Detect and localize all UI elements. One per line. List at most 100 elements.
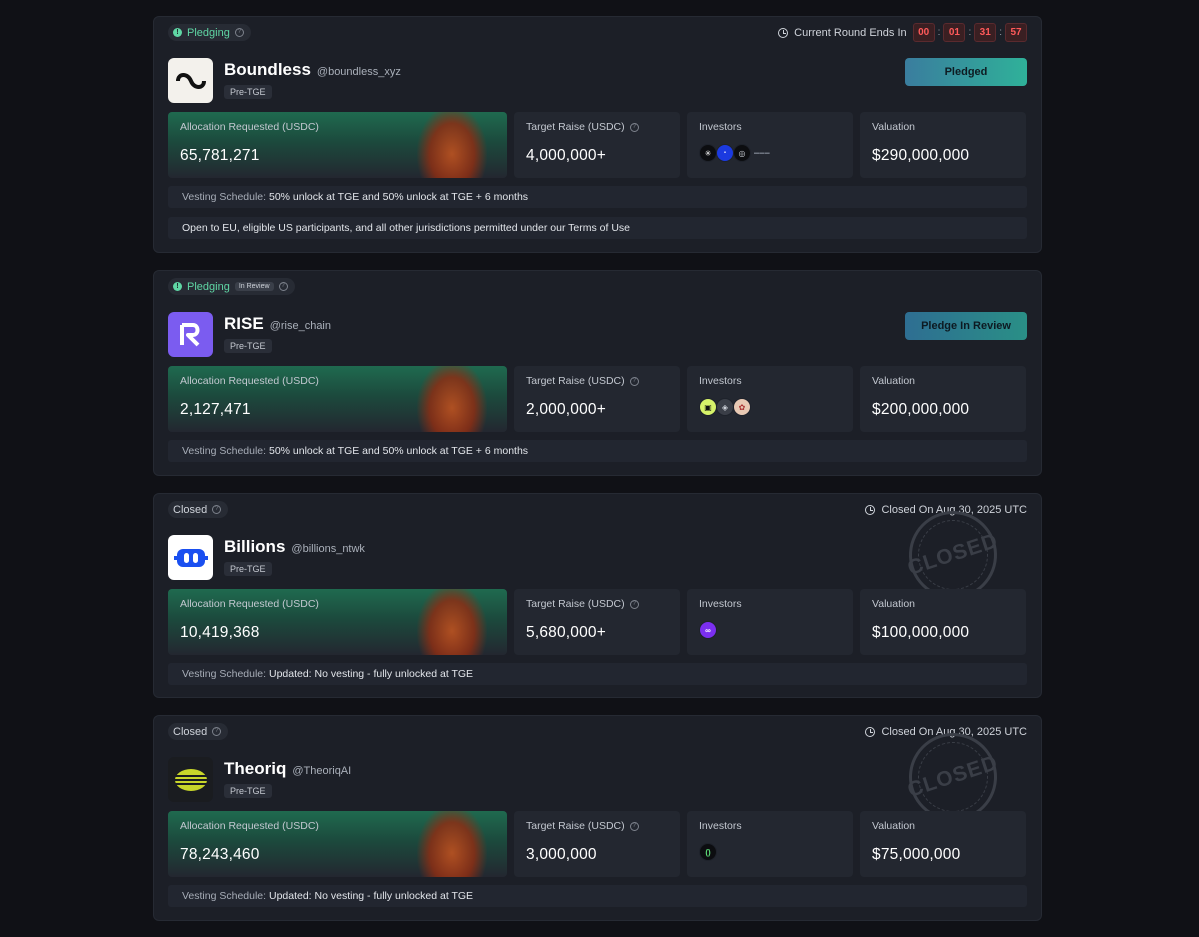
investor-bracket-icon[interactable]: () (699, 843, 717, 861)
project-card-theoriq: Closed ? Closed On Aug 30, 2025 UTC Theo… (153, 715, 1042, 921)
status-badge: Closed ? (168, 723, 229, 740)
project-body: Billions @billions_ntwk Pre-TGE CLOSED Al… (168, 499, 1027, 695)
card-header: Closed ? Closed On Aug 30, 2025 UTC (154, 716, 1041, 747)
timer-minutes: 01 (943, 23, 966, 42)
card-header: ! Pledging ? Current Round Ends In 00 : … (154, 17, 1041, 48)
countdown-timer: 00 : 01 : 31 : 57 (912, 23, 1027, 42)
valuation-value: $200,000,000 (872, 401, 970, 418)
status-label: Pledging (187, 280, 230, 293)
investors-stat: Investors ▣ ◈ ✿ (687, 366, 853, 432)
project-header: Boundless @boundless_xyz Pre-TGE Pledged (168, 48, 1027, 112)
tge-tag: Pre-TGE (224, 339, 272, 353)
investor-dog-icon[interactable]: ✿ (733, 398, 751, 416)
allocation-value: 78,243,460 (180, 846, 260, 863)
vesting-schedule: Vesting Schedule: 50% unlock at TGE and … (168, 186, 1027, 208)
investor-avatars: () (699, 843, 841, 861)
investor-grey-icon[interactable]: ◈ (716, 398, 734, 416)
help-icon[interactable]: ? (629, 821, 639, 831)
investors-stat: Investors () (687, 811, 853, 877)
help-icon[interactable]: ? (212, 505, 222, 514)
investor-blue-icon[interactable]: • (716, 144, 734, 162)
allocation-label: Allocation Requested (USDC) (180, 375, 319, 387)
project-name[interactable]: Theoriq @TheoriqAI (224, 759, 351, 779)
alarm-clock-icon (865, 504, 876, 515)
investor-star-icon[interactable]: ✳ (699, 144, 717, 162)
project-handle[interactable]: @boundless_xyz (317, 66, 401, 78)
investors-label: Investors (699, 820, 742, 832)
project-handle[interactable]: @rise_chain (270, 320, 331, 332)
billions-logo (168, 535, 213, 580)
valuation-value: $290,000,000 (872, 147, 970, 164)
valuation-value: $100,000,000 (872, 624, 970, 641)
help-icon[interactable]: ? (278, 282, 288, 291)
allocation-value: 2,127,471 (180, 401, 251, 418)
round-countdown: Current Round Ends In 00 : 01 : 31 : 57 (778, 23, 1027, 42)
allocation-label: Allocation Requested (USDC) (180, 820, 319, 832)
target-value: 4,000,000+ (526, 147, 607, 164)
investors-stat: Investors ∞ (687, 589, 853, 655)
pledged-button[interactable]: Pledged (905, 58, 1027, 86)
allocation-stat: Allocation Requested (USDC) 2,127,471 (168, 366, 507, 432)
status-badge: ! Pledging In Review ? (168, 278, 295, 295)
alarm-clock-icon (778, 27, 789, 38)
investor-polygon-icon[interactable]: ∞ (699, 621, 717, 639)
target-value: 5,680,000+ (526, 624, 607, 641)
target-value: 3,000,000 (526, 846, 597, 863)
project-name[interactable]: RISE @rise_chain (224, 314, 331, 334)
valuation-stat: Valuation $75,000,000 (860, 811, 1026, 877)
status-badge: ! Pledging ? (168, 24, 251, 41)
stats-row: Allocation Requested (USDC) 2,127,471 Ta… (168, 366, 1027, 432)
target-label: Target Raise (USDC) (526, 121, 625, 133)
help-icon[interactable]: ? (629, 122, 639, 132)
investor-lime-icon[interactable]: ▣ (699, 398, 717, 416)
info-icon: ! (173, 28, 182, 37)
project-name[interactable]: Billions @billions_ntwk (224, 537, 365, 557)
status-badge: Closed ? (168, 501, 229, 518)
timer-centis: 57 (1005, 23, 1027, 42)
card-header: Closed ? Closed On Aug 30, 2025 UTC (154, 494, 1041, 525)
valuation-value: $75,000,000 (872, 846, 961, 863)
valuation-stat: Valuation $290,000,000 (860, 112, 1026, 178)
investor-circle-icon[interactable]: ◎ (733, 144, 751, 162)
target-stat: Target Raise (USDC)? 3,000,000 (514, 811, 680, 877)
jurisdiction-note: Open to EU, eligible US participants, an… (168, 217, 1027, 239)
investor-avatars: ✳ • ◎ ▬▬▬ (699, 144, 841, 162)
allocation-stat: Allocation Requested (USDC) 78,243,460 (168, 811, 507, 877)
project-body: RISE @rise_chain Pre-TGE Pledge In Review… (168, 302, 1027, 472)
tge-tag: Pre-TGE (224, 562, 272, 576)
investor-avatars: ∞ (699, 621, 841, 639)
timer-seconds: 31 (974, 23, 997, 42)
allocation-stat: Allocation Requested (USDC) 65,781,271 (168, 112, 507, 178)
help-icon[interactable]: ? (234, 28, 244, 37)
project-handle[interactable]: @TheoriqAI (292, 765, 351, 777)
help-icon[interactable]: ? (212, 727, 222, 736)
vesting-text: 50% unlock at TGE and 50% unlock at TGE … (268, 191, 529, 203)
allocation-stat: Allocation Requested (USDC) 10,419,368 (168, 589, 507, 655)
valuation-label: Valuation (872, 598, 916, 610)
status-label: Closed (173, 503, 208, 516)
stats-row: Allocation Requested (USDC) 65,781,271 T… (168, 112, 1027, 178)
project-card-rise: ! Pledging In Review ? RISE @rise_chain P… (153, 270, 1042, 476)
timer-hours: 00 (912, 23, 935, 42)
tge-tag: Pre-TGE (224, 784, 272, 798)
valuation-label: Valuation (872, 820, 916, 832)
rise-logo (168, 312, 213, 357)
project-name[interactable]: Boundless @boundless_xyz (224, 60, 401, 80)
investors-label: Investors (699, 598, 742, 610)
pledge-in-review-button[interactable]: Pledge In Review (905, 312, 1027, 340)
project-header: RISE @rise_chain Pre-TGE Pledge In Review (168, 302, 1027, 366)
project-handle[interactable]: @billions_ntwk (291, 543, 365, 555)
project-header: Billions @billions_ntwk Pre-TGE CLOSED (168, 499, 1027, 611)
project-body: Theoriq @TheoriqAI Pre-TGE CLOSED Allocat… (168, 721, 1027, 917)
target-label: Target Raise (USDC) (526, 820, 625, 832)
vesting-text: Updated: No vesting - fully unlocked at … (268, 890, 474, 902)
help-icon[interactable]: ? (629, 599, 639, 609)
investors-stat: Investors ✳ • ◎ ▬▬▬ (687, 112, 853, 178)
card-header: ! Pledging In Review ? (154, 271, 1041, 302)
round-ends-label: Current Round Ends In (794, 26, 907, 39)
alarm-clock-icon (865, 726, 876, 737)
help-icon[interactable]: ? (629, 376, 639, 386)
stats-row: Allocation Requested (USDC) 78,243,460 T… (168, 811, 1027, 877)
allocation-label: Allocation Requested (USDC) (180, 121, 319, 133)
status-label: Closed (173, 725, 208, 738)
